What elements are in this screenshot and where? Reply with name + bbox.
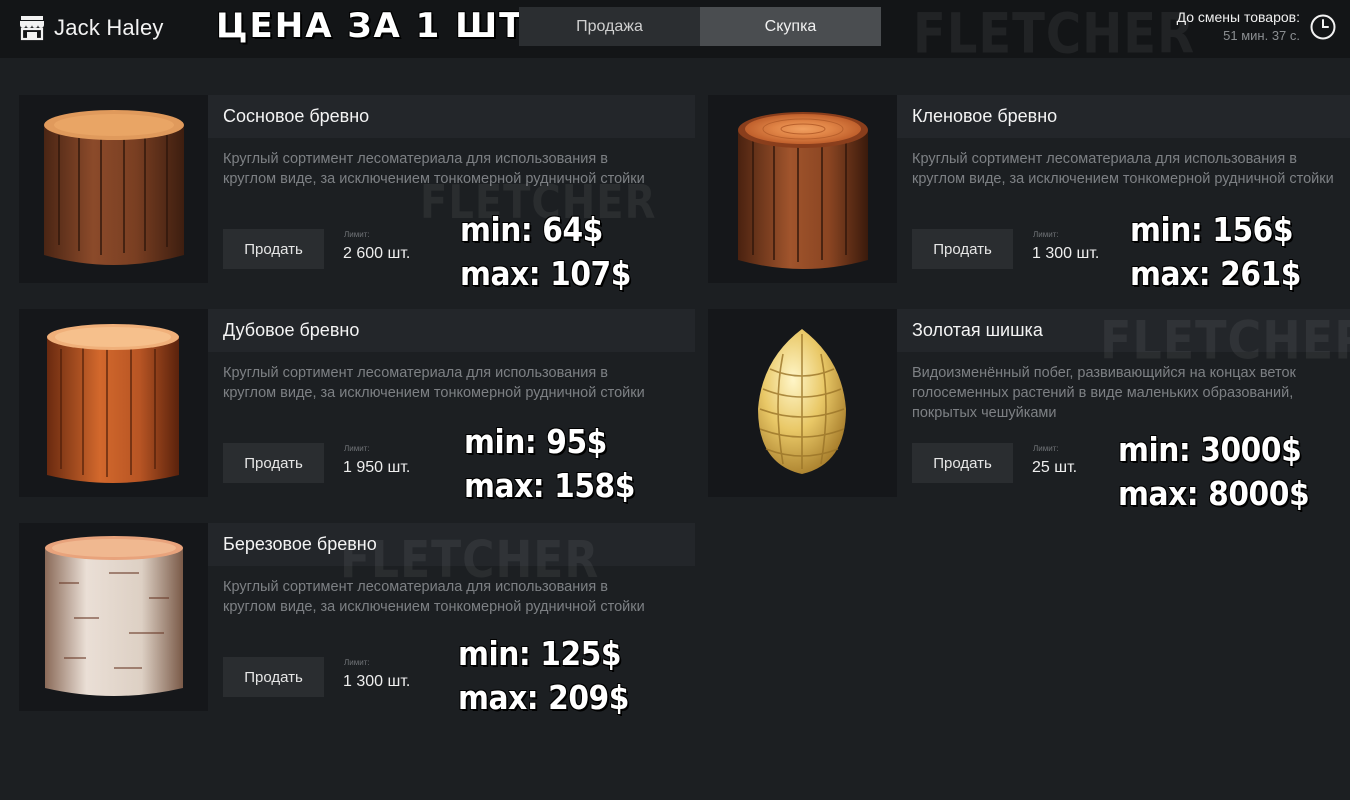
price-max: max: 209$ bbox=[458, 678, 629, 717]
limit-label: Лимит: bbox=[344, 444, 370, 453]
price-overlay-title: ЦЕНА ЗА 1 ШТ. bbox=[216, 6, 540, 46]
price-range-pine: min: 64$ max: 107$ bbox=[460, 208, 631, 296]
price-max: max: 107$ bbox=[460, 254, 631, 293]
price-min: min: 125$ bbox=[458, 634, 622, 673]
price-min: min: 64$ bbox=[460, 210, 603, 249]
limit-value: 1 300 шт. bbox=[343, 673, 411, 690]
item-image bbox=[708, 95, 897, 283]
item-description: Круглый сортимент лесоматериала для испо… bbox=[223, 151, 645, 187]
price-max: max: 261$ bbox=[1130, 254, 1301, 293]
item-name: Березовое бревно bbox=[208, 523, 695, 566]
item-name: Кленовое бревно bbox=[897, 95, 1350, 138]
limit-label: Лимит: bbox=[344, 658, 370, 667]
watermark: FLETCHER bbox=[913, 1, 1196, 67]
birch-log-image bbox=[45, 536, 183, 696]
item-description: Видоизменённый побег, развивающийся на к… bbox=[912, 365, 1296, 421]
mode-tabs: Продажа Скупка bbox=[519, 7, 881, 46]
price-range-maple: min: 156$ max: 261$ bbox=[1130, 208, 1301, 296]
item-image bbox=[19, 309, 208, 497]
price-range-golden-cone: min: 3000$ max: 8000$ bbox=[1118, 428, 1310, 516]
item-image bbox=[19, 95, 208, 283]
sell-button[interactable]: Продать bbox=[912, 229, 1013, 269]
price-max: max: 8000$ bbox=[1118, 474, 1310, 513]
sell-button[interactable]: Продать bbox=[223, 657, 324, 697]
timer-label: До смены товаров: bbox=[1176, 9, 1300, 25]
item-name: Дубовое бревно bbox=[208, 309, 695, 352]
limit-value: 2 600 шт. bbox=[343, 245, 411, 262]
item-name: Золотая шишка bbox=[897, 309, 1350, 352]
shop-stall-icon bbox=[20, 16, 44, 41]
clock-icon bbox=[1310, 14, 1336, 40]
sell-button[interactable]: Продать bbox=[912, 443, 1013, 483]
limit-label: Лимит: bbox=[344, 230, 370, 239]
golden-cone-image bbox=[758, 329, 846, 474]
top-bar: Jack Haley ЦЕНА ЗА 1 ШТ. Продажа Скупка … bbox=[0, 0, 1350, 66]
limit-label: Лимит: bbox=[1033, 444, 1059, 453]
timer-value: 51 мин. 37 с. bbox=[1223, 28, 1300, 43]
price-max: max: 158$ bbox=[464, 466, 635, 505]
item-description: Круглый сортимент лесоматериала для испо… bbox=[223, 579, 645, 615]
sell-button[interactable]: Продать bbox=[223, 443, 324, 483]
brand: Jack Haley bbox=[18, 12, 164, 44]
price-range-birch: min: 125$ max: 209$ bbox=[458, 632, 629, 720]
limit-label: Лимит: bbox=[1033, 230, 1059, 239]
item-name: Сосновое бревно bbox=[208, 95, 695, 138]
maple-log-image bbox=[738, 112, 868, 269]
item-description: Круглый сортимент лесоматериала для испо… bbox=[223, 365, 645, 401]
limit-value: 1 950 шт. bbox=[343, 459, 411, 476]
sell-button[interactable]: Продать bbox=[223, 229, 324, 269]
price-range-oak: min: 95$ max: 158$ bbox=[464, 420, 635, 508]
price-min: min: 3000$ bbox=[1118, 430, 1302, 469]
limit-value: 25 шт. bbox=[1032, 459, 1078, 476]
price-min: min: 95$ bbox=[464, 422, 607, 461]
tab-sale[interactable]: Продажа bbox=[519, 7, 700, 46]
price-min: min: 156$ bbox=[1130, 210, 1294, 249]
tab-buyback[interactable]: Скупка bbox=[700, 7, 881, 46]
item-image bbox=[19, 523, 208, 711]
item-description: Круглый сортимент лесоматериала для испо… bbox=[912, 151, 1334, 187]
user-name: Jack Haley bbox=[54, 15, 164, 40]
restock-timer: До смены товаров: 51 мин. 37 с. bbox=[1177, 9, 1300, 43]
pine-log-image bbox=[44, 110, 184, 265]
limit-value: 1 300 шт. bbox=[1032, 245, 1100, 262]
item-image bbox=[708, 309, 897, 497]
oak-log-image bbox=[47, 324, 179, 483]
